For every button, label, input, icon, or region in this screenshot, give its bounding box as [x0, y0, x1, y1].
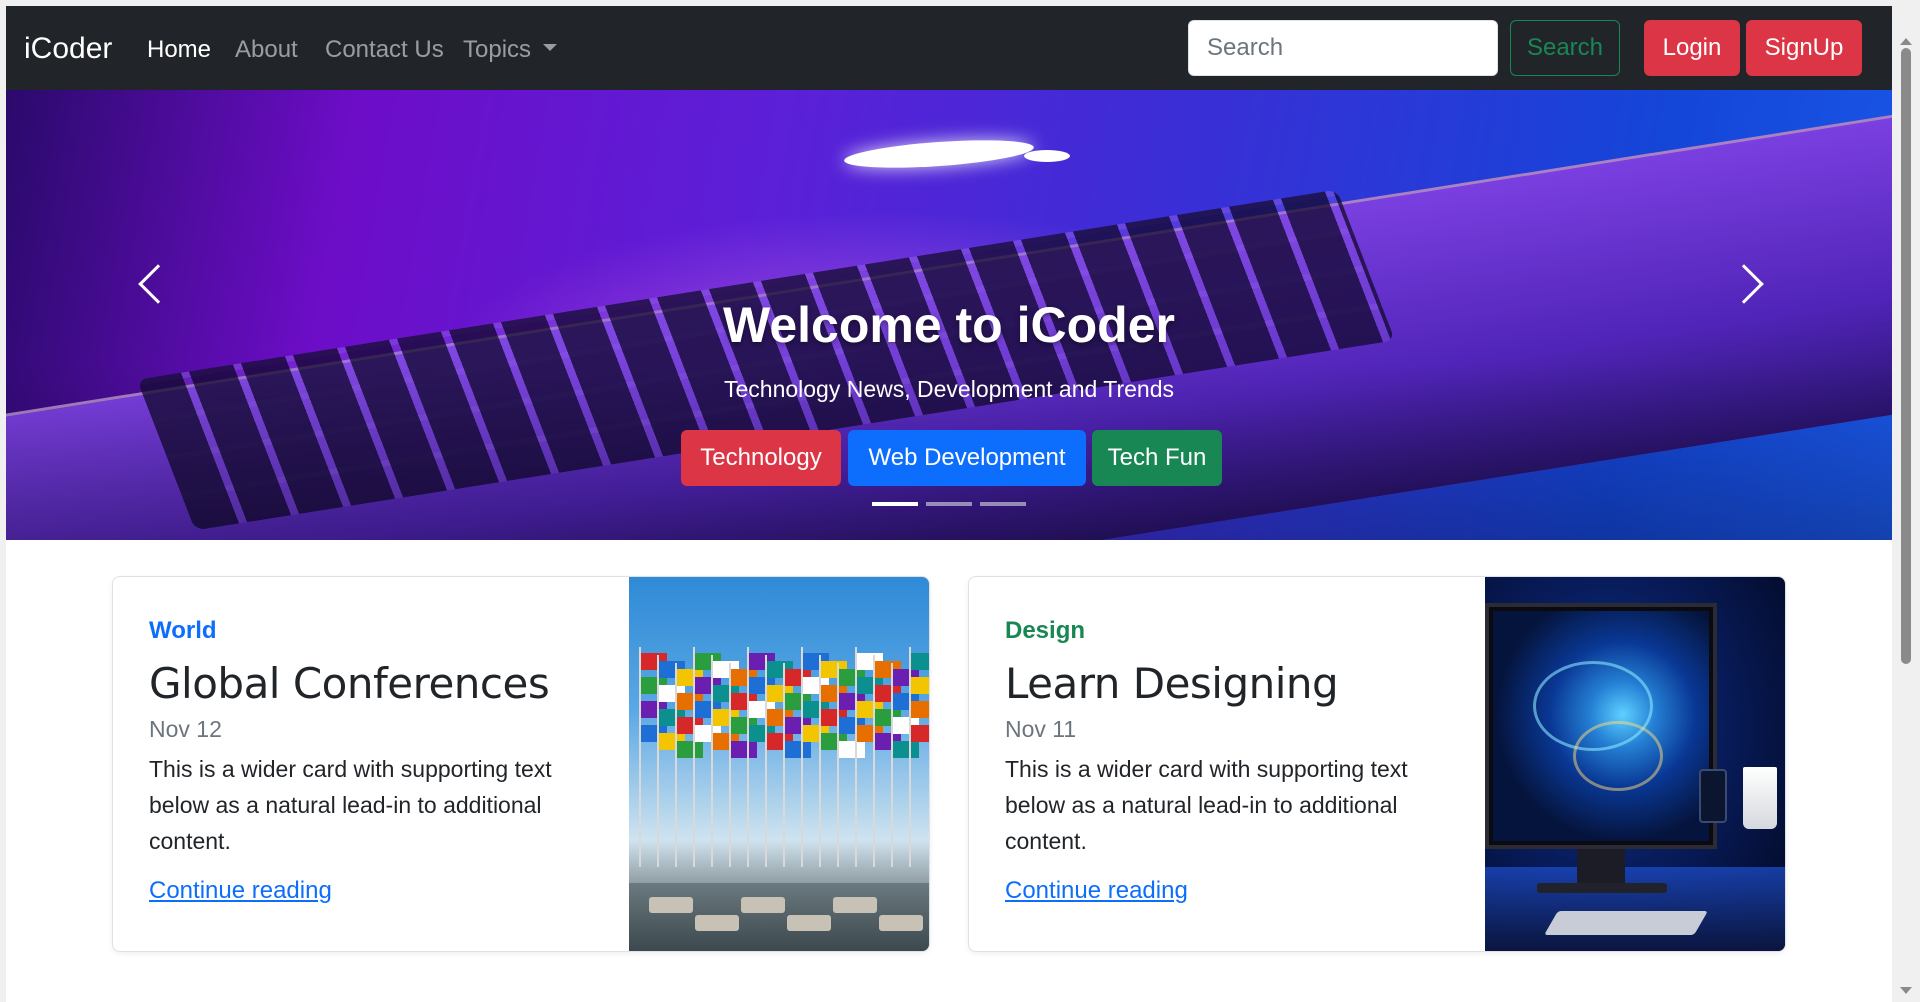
nav-about[interactable]: About [235, 36, 298, 64]
post-card-global-conferences: World Global Conferences Nov 12 This is … [112, 576, 930, 952]
desk-phone [1699, 769, 1727, 823]
flag [911, 701, 929, 718]
browser-frame: iCoder Home About Contact Us Topics Sear… [0, 0, 1920, 1002]
flag [731, 741, 757, 758]
tech-fun-button[interactable]: Tech Fun [1092, 430, 1222, 486]
stepping-stone [879, 915, 923, 931]
hero-subtitle: Technology News, Development and Trends [723, 376, 1175, 402]
hero-carousel: Welcome to iCoder Technology News, Devel… [6, 90, 1892, 540]
search-input[interactable] [1188, 20, 1498, 76]
flag [839, 741, 865, 758]
flags-plaza-image [629, 577, 929, 951]
flag [911, 653, 929, 670]
signup-button[interactable]: SignUp [1746, 20, 1862, 76]
card-date: Nov 11 [1005, 716, 1077, 742]
card-category: Design [1005, 617, 1086, 644]
scroll-down-icon[interactable] [1900, 987, 1912, 994]
flag [911, 725, 929, 742]
search-button[interactable]: Search [1510, 20, 1620, 76]
navbar: iCoder Home About Contact Us Topics Sear… [6, 6, 1892, 90]
nav-topics-dropdown[interactable]: Topics [463, 36, 558, 64]
page: iCoder Home About Contact Us Topics Sear… [6, 6, 1892, 1002]
post-card-learn-designing: Design Learn Designing Nov 11 This is a … [968, 576, 1786, 952]
scroll-thumb[interactable] [1901, 48, 1911, 664]
caret-down-icon [543, 44, 558, 52]
stepping-stone [649, 897, 693, 913]
carousel-indicator-1[interactable] [872, 502, 918, 506]
carousel-indicator-2[interactable] [926, 502, 972, 506]
nav-topics-label: Topics [463, 36, 532, 63]
monitor-screen [1493, 611, 1709, 841]
nav-home[interactable]: Home [147, 36, 211, 64]
stepping-stone [695, 915, 739, 931]
vertical-scrollbar[interactable] [1892, 0, 1920, 1002]
continue-reading-link[interactable]: Continue reading [149, 877, 332, 905]
flag [893, 741, 919, 758]
flag [677, 741, 703, 758]
desk-surface [1485, 867, 1785, 951]
web-development-button[interactable]: Web Development [848, 430, 1086, 486]
login-button[interactable]: Login [1644, 20, 1740, 76]
card-title: Global Conferences [149, 659, 550, 708]
stepping-stone [833, 897, 877, 913]
card-category: World [149, 617, 217, 644]
flag [911, 677, 929, 694]
card-text: This is a wider card with supporting tex… [149, 756, 552, 854]
monitor-stand-base [1537, 883, 1667, 893]
card-body: Design Learn Designing Nov 11 This is a … [1005, 617, 1465, 905]
card-date: Nov 12 [149, 716, 222, 742]
card-text: This is a wider card with supporting tex… [1005, 756, 1408, 854]
stepping-stone [741, 897, 785, 913]
monitor [1485, 603, 1717, 849]
flag [785, 741, 811, 758]
hero-title: Welcome to iCoder [723, 297, 1175, 353]
desk-keyboard [1544, 911, 1708, 935]
stepping-stone [787, 915, 831, 931]
scroll-up-icon[interactable] [1900, 38, 1912, 45]
continue-reading-link[interactable]: Continue reading [1005, 877, 1188, 905]
carousel-indicator-3[interactable] [980, 502, 1026, 506]
card-body: World Global Conferences Nov 12 This is … [149, 617, 609, 905]
desk-monitor-image [1485, 577, 1785, 951]
nav-contact-us[interactable]: Contact Us [325, 36, 444, 64]
brand-logo[interactable]: iCoder [24, 32, 112, 66]
desk-cup [1743, 767, 1777, 829]
technology-button[interactable]: Technology [681, 430, 841, 486]
card-title: Learn Designing [1005, 659, 1339, 708]
screen-swirl [1573, 721, 1663, 791]
